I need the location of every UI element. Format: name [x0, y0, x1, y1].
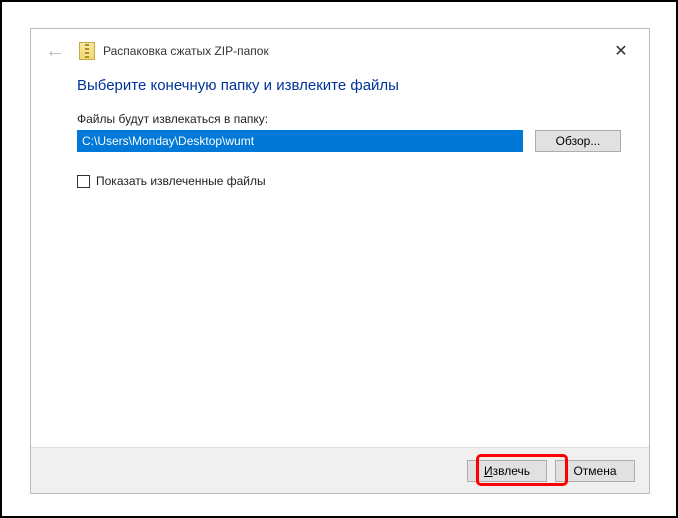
titlebar: ← Распаковка сжатых ZIP-папок ✕ — [31, 29, 649, 73]
cancel-button[interactable]: Отмена — [555, 460, 635, 482]
show-extracted-label: Показать извлеченные файлы — [96, 174, 266, 188]
back-arrow-icon: ← — [45, 41, 69, 61]
extract-button[interactable]: Извлечь — [467, 460, 547, 482]
destination-label: Файлы будут извлекаться в папку: — [77, 112, 621, 126]
window-title: Распаковка сжатых ZIP-папок — [103, 44, 601, 58]
content-area: Выберите конечную папку и извлеките файл… — [31, 73, 649, 447]
zip-folder-icon — [79, 42, 95, 60]
page-heading: Выберите конечную папку и извлеките файл… — [77, 77, 621, 94]
destination-path-input[interactable] — [77, 130, 523, 152]
browse-button[interactable]: Обзор... — [535, 130, 621, 152]
show-extracted-row: Показать извлеченные файлы — [77, 174, 621, 188]
extract-dialog: ← Распаковка сжатых ZIP-папок ✕ Выберите… — [30, 28, 650, 494]
show-extracted-checkbox[interactable] — [77, 175, 90, 188]
close-icon[interactable]: ✕ — [601, 41, 641, 61]
screenshot-frame: ← Распаковка сжатых ZIP-папок ✕ Выберите… — [0, 0, 678, 518]
destination-row: Обзор... — [77, 130, 621, 152]
dialog-footer: Извлечь Отмена — [31, 447, 649, 493]
